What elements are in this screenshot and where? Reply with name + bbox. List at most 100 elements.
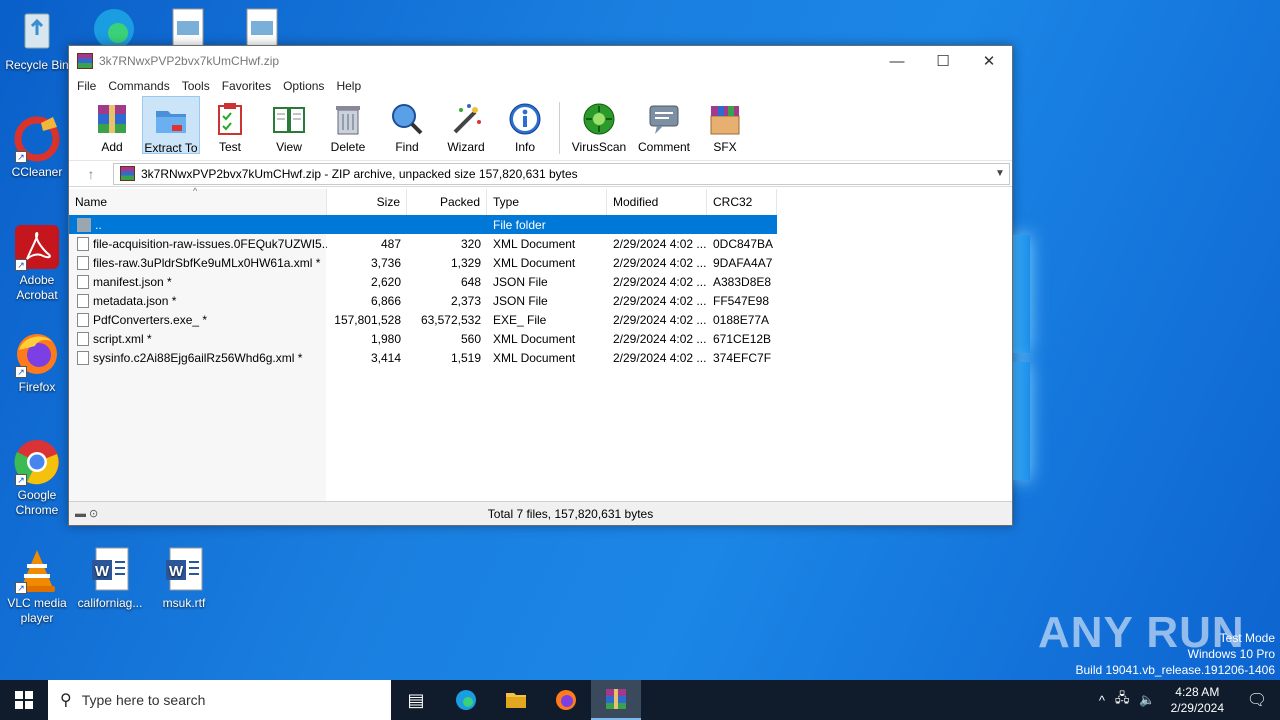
winrar-taskbar-icon[interactable] xyxy=(591,680,641,720)
desktop-icon-vlc[interactable]: ↗ VLC media player xyxy=(1,546,73,626)
close-button[interactable]: ✕ xyxy=(966,46,1012,76)
find-icon xyxy=(390,102,424,136)
column-name[interactable]: Name ^ xyxy=(69,186,327,215)
find-button[interactable]: Find xyxy=(378,96,436,154)
file-explorer-icon[interactable] xyxy=(491,680,541,720)
windows-icon xyxy=(15,691,33,709)
file-icon xyxy=(77,237,89,251)
sfx-label: SFX xyxy=(713,140,737,154)
file-icon xyxy=(77,332,89,346)
system-tray: ^ 🖧 🔈 4:28 AM 2/29/2024 🗨 xyxy=(1094,680,1280,720)
table-row[interactable]: manifest.json * 2,620 648 JSON File 2/29… xyxy=(69,272,777,291)
desktop-icon-label: Google Chrome xyxy=(15,488,59,517)
menu-favorites[interactable]: Favorites xyxy=(216,79,277,93)
add-button[interactable]: Add xyxy=(83,96,141,154)
clock-time: 4:28 AM xyxy=(1175,685,1220,699)
comment-button[interactable]: Comment xyxy=(633,96,695,154)
desktop-icon-google-chrome[interactable]: ↗ Google Chrome xyxy=(1,438,73,518)
find-label: Find xyxy=(395,140,419,154)
recycle-bin-icon xyxy=(13,8,61,56)
svg-text:W: W xyxy=(95,563,110,580)
firefox-icon: ↗ xyxy=(13,330,61,378)
view-icon xyxy=(272,102,306,136)
taskbar: ⚲ Type here to search ▤ ^ 🖧 🔈 4:28 AM 2/… xyxy=(0,680,1280,720)
menu-tools[interactable]: Tools xyxy=(176,79,216,93)
word-document-icon: W xyxy=(160,546,208,594)
info-button[interactable]: Info xyxy=(496,96,554,154)
title-bar[interactable]: 3k7RNwxPVP2bvx7kUmCHwf.zip — ☐ ✕ xyxy=(69,46,1012,76)
desktop-icon-firefox[interactable]: ↗ Firefox xyxy=(1,330,73,395)
sfx-button[interactable]: SFX xyxy=(696,96,754,154)
test-mode-notice: Test Mode Windows 10 Pro Build 19041.vb_… xyxy=(1075,631,1276,677)
add-icon xyxy=(95,102,129,136)
maximize-button[interactable]: ☐ xyxy=(920,46,966,76)
desktop-icon-label: VLC media player xyxy=(7,596,67,625)
desktop-icon-ccleaner[interactable]: ↗ CCleaner xyxy=(1,115,73,180)
menu-options[interactable]: Options xyxy=(277,79,330,93)
add-label: Add xyxy=(101,140,123,154)
desktop-icon-label: californiag... xyxy=(77,596,143,610)
clock-date: 2/29/2024 xyxy=(1170,701,1224,715)
table-row[interactable]: files-raw.3uPldrSbfKe9uMLx0HW61a.xml * 3… xyxy=(69,253,777,272)
desktop-icon-adobe-acrobat[interactable]: ↗ Adobe Acrobat xyxy=(1,223,73,303)
wizard-button[interactable]: Wizard xyxy=(437,96,495,154)
delete-button[interactable]: Delete xyxy=(319,96,377,154)
file-icon xyxy=(77,294,89,308)
column-type[interactable]: Type xyxy=(487,189,607,215)
virusscan-button[interactable]: VirusScan xyxy=(566,96,632,154)
svg-text:W: W xyxy=(169,563,184,580)
menu-bar: File Commands Tools Favorites Options He… xyxy=(69,76,1012,96)
wizard-label: Wizard xyxy=(447,140,485,154)
extract-to-button[interactable]: Extract To xyxy=(142,96,200,155)
view-button[interactable]: View xyxy=(260,96,318,154)
folder-icon xyxy=(77,218,91,232)
table-row-parent-folder[interactable]: .. File folder xyxy=(69,215,777,234)
address-field[interactable]: 3k7RNwxPVP2bvx7kUmCHwf.zip - ZIP archive… xyxy=(113,162,1010,185)
volume-icon[interactable]: 🔈 xyxy=(1134,692,1160,708)
network-icon[interactable]: 🖧 xyxy=(1110,689,1135,711)
menu-help[interactable]: Help xyxy=(330,79,367,93)
desktop-icon-recycle-bin[interactable]: Recycle Bin xyxy=(1,8,73,73)
test-button[interactable]: Test xyxy=(201,96,259,154)
comment-label: Comment xyxy=(637,140,690,154)
test-label: Test xyxy=(218,140,241,154)
table-row[interactable]: PdfConverters.exe_ * 157,801,528 63,572,… xyxy=(69,310,777,329)
column-size[interactable]: Size xyxy=(327,189,407,215)
desktop-icon-californiag[interactable]: W californiag... xyxy=(74,546,146,611)
file-list: Name ^ Size Packed Type Modified CRC32 ..… xyxy=(69,186,1012,501)
toolbar: Add Extract To Test View Delete Find Wiz… xyxy=(69,96,1012,161)
up-arrow-icon[interactable]: ↑ xyxy=(69,166,113,182)
archive-icon xyxy=(120,166,135,181)
chevron-up-icon[interactable]: ^ xyxy=(1094,693,1110,708)
menu-file[interactable]: File xyxy=(71,79,102,93)
table-row[interactable]: sysinfo.c2Ai88Ejg6ailRz56Whd6g.xml * 3,4… xyxy=(69,348,777,367)
file-icon xyxy=(77,351,89,365)
table-row[interactable]: script.xml * 1,980 560 XML Document 2/29… xyxy=(69,329,777,348)
start-button[interactable] xyxy=(0,680,48,720)
desktop-icon-label: Firefox xyxy=(18,380,56,394)
firefox-taskbar-icon[interactable] xyxy=(541,680,591,720)
vlc-icon: ↗ xyxy=(13,546,61,594)
minimize-button[interactable]: — xyxy=(874,46,920,76)
list-header: Name ^ Size Packed Type Modified CRC32 xyxy=(69,186,1012,215)
sort-ascending-icon: ^ xyxy=(193,186,198,196)
info-label: Info xyxy=(514,140,535,154)
column-crc32[interactable]: CRC32 xyxy=(707,189,777,215)
taskbar-search[interactable]: ⚲ Type here to search xyxy=(48,680,391,720)
edge-taskbar-icon[interactable] xyxy=(441,680,491,720)
virusscan-icon xyxy=(582,102,616,136)
desktop-icon-msuk[interactable]: W msuk.rtf xyxy=(148,546,220,611)
notification-icon[interactable]: 🗨 xyxy=(1234,690,1280,710)
drive-icon[interactable]: ▬ ⊙ xyxy=(69,507,129,520)
task-view-icon[interactable]: ▤ xyxy=(391,680,441,720)
view-label: View xyxy=(276,140,302,154)
clock[interactable]: 4:28 AM 2/29/2024 xyxy=(1161,684,1234,716)
column-packed[interactable]: Packed xyxy=(407,189,487,215)
desktop-icon-label: CCleaner xyxy=(11,165,63,179)
ccleaner-icon: ↗ xyxy=(13,115,61,163)
menu-commands[interactable]: Commands xyxy=(102,79,175,93)
table-row[interactable]: file-acquisition-raw-issues.0FEQuk7UZWI5… xyxy=(69,234,777,253)
table-row[interactable]: metadata.json * 6,866 2,373 JSON File 2/… xyxy=(69,291,777,310)
column-modified[interactable]: Modified xyxy=(607,189,707,215)
chevron-down-icon[interactable]: ▼ xyxy=(991,168,1009,179)
